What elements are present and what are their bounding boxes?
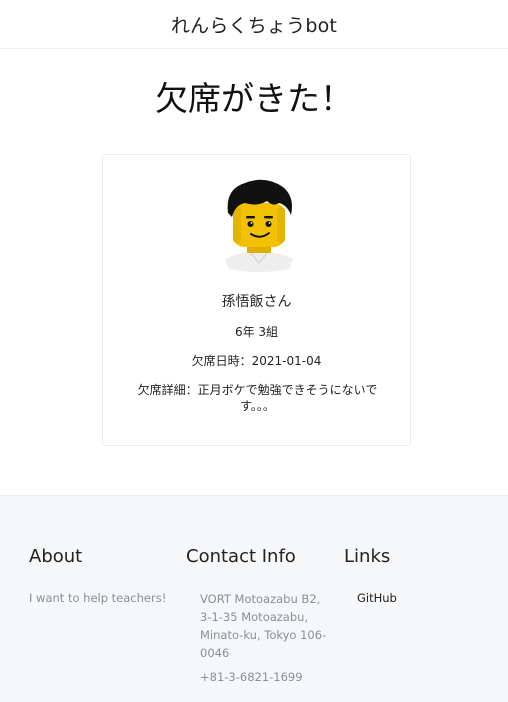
absence-date: 欠席日時：2021-01-04 bbox=[191, 354, 322, 368]
lego-minifigure-avatar-icon bbox=[225, 179, 293, 272]
github-link[interactable]: GitHub bbox=[357, 591, 397, 605]
absence-detail: 欠席詳細：正月ボケで勉強できそうにないです。。。 bbox=[137, 383, 378, 413]
about-heading: About bbox=[29, 546, 83, 567]
contact-address: VORT Motoazabu B2, 3-1-35 Motoazabu, Min… bbox=[200, 592, 327, 660]
brand-link[interactable]: れんらくちょうbot bbox=[171, 11, 337, 38]
site-footer: About I want to help teachers! Contact I… bbox=[0, 495, 508, 702]
about-text: I want to help teachers! bbox=[29, 591, 167, 605]
contact-phone: +81-3-6821-1699 bbox=[200, 670, 303, 684]
page-title: 欠席がきた！ bbox=[155, 79, 353, 118]
student-name: 孫悟飯さん bbox=[221, 294, 292, 310]
absence-card: 孫悟飯さん 6年 3組 欠席日時：2021-01-04 欠席詳細：正月ボケで勉強… bbox=[102, 154, 411, 446]
contact-heading: Contact Info bbox=[186, 546, 296, 567]
site-header: れんらくちょうbot bbox=[0, 0, 508, 49]
student-class: 6年 3組 bbox=[234, 325, 279, 339]
links-heading: Links bbox=[344, 546, 391, 567]
page: れんらくちょうbot 欠席がきた！ 孫悟飯さん 6年 3組 欠席日時：2021-… bbox=[0, 0, 508, 702]
